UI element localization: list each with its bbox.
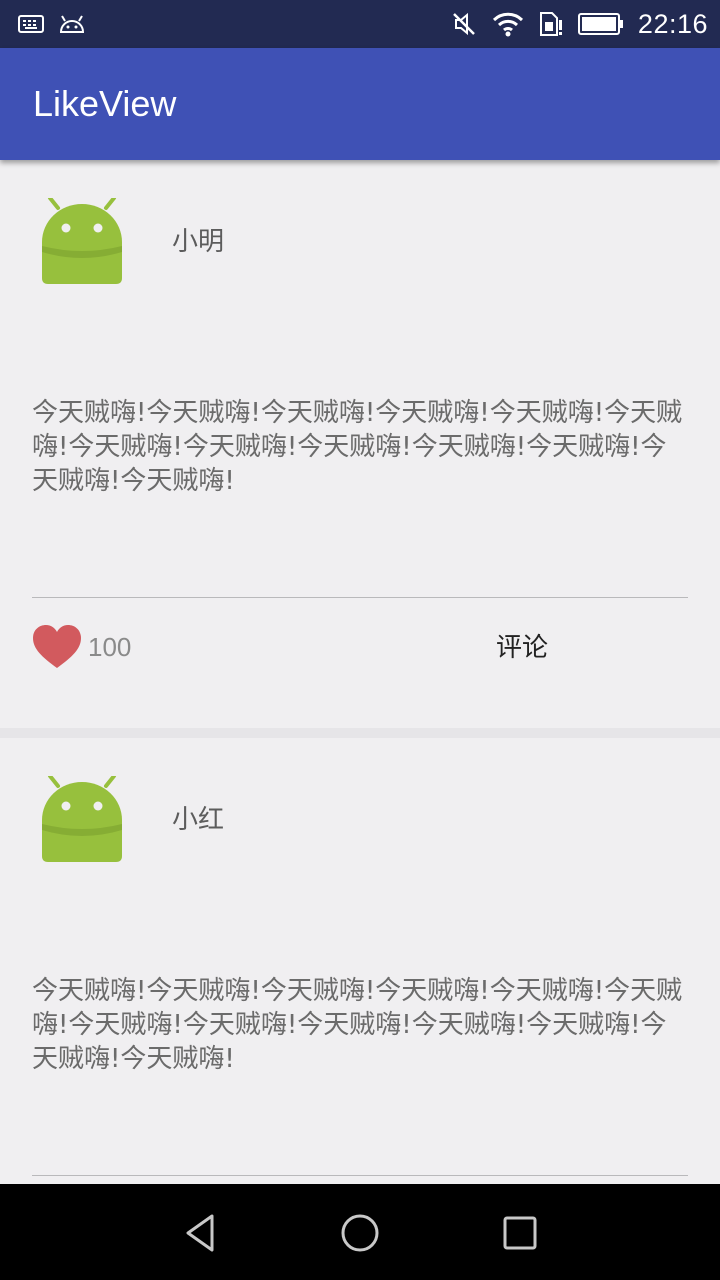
- like-button[interactable]: 100: [32, 622, 131, 672]
- post-card: 小红 今天贼嗨!今天贼嗨!今天贼嗨!今天贼嗨!今天贼嗨!今天贼嗨!今天贼嗨!今天…: [0, 738, 720, 1184]
- keyboard-icon: [18, 15, 44, 33]
- android-debug-icon: [59, 15, 85, 33]
- android-avatar-icon: [42, 198, 122, 284]
- card-gap: [0, 728, 720, 738]
- post-text: 今天贼嗨!今天贼嗨!今天贼嗨!今天贼嗨!今天贼嗨!今天贼嗨!今天贼嗨!今天贼嗨!…: [32, 398, 683, 496]
- wifi-icon: [492, 12, 523, 37]
- sim-icon: [539, 12, 562, 36]
- status-right-icons: 22:16: [450, 0, 708, 48]
- post-list[interactable]: 小明 今天贼嗨!今天贼嗨!今天贼嗨!今天贼嗨!今天贼嗨!今天贼嗨!今天贼嗨!今天…: [0, 160, 720, 1184]
- app-bar: LikeView: [0, 48, 720, 160]
- divider: [32, 597, 688, 598]
- username: 小红: [172, 805, 225, 835]
- heart-icon[interactable]: [32, 624, 82, 670]
- status-bar: 22:16: [0, 0, 720, 48]
- mute-icon: [453, 12, 475, 36]
- battery-icon: [577, 13, 623, 35]
- divider: [32, 1175, 688, 1176]
- home-icon[interactable]: [335, 1208, 385, 1258]
- like-count: 100: [88, 631, 132, 662]
- recents-icon[interactable]: [495, 1208, 545, 1258]
- navigation-bar: [0, 1184, 720, 1280]
- app-title: LikeView: [33, 83, 177, 124]
- post-card: 小明 今天贼嗨!今天贼嗨!今天贼嗨!今天贼嗨!今天贼嗨!今天贼嗨!今天贼嗨!今天…: [0, 160, 720, 728]
- android-avatar-icon: [42, 776, 122, 862]
- status-left-icons: [18, 13, 86, 35]
- post-text: 今天贼嗨!今天贼嗨!今天贼嗨!今天贼嗨!今天贼嗨!今天贼嗨!今天贼嗨!今天贼嗨!…: [32, 976, 683, 1074]
- back-icon[interactable]: [176, 1208, 226, 1258]
- comment-button[interactable]: 评论: [496, 632, 548, 664]
- status-time: 22:16: [637, 8, 708, 39]
- username: 小明: [172, 227, 225, 257]
